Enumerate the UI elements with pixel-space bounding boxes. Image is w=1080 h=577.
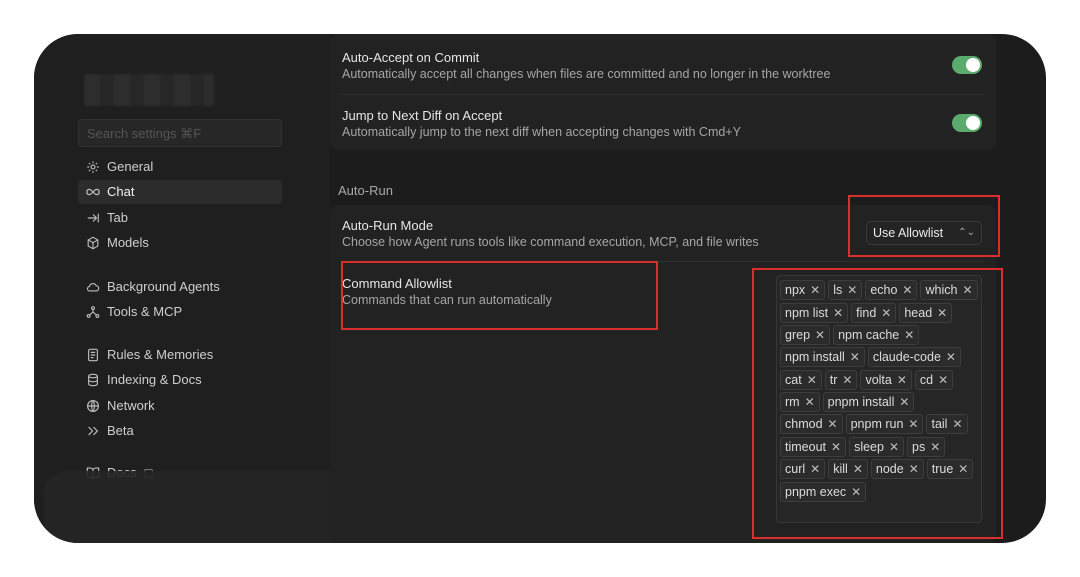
network-nodes-icon — [86, 305, 100, 319]
sidebar-item-background-agents[interactable]: Background Agents — [78, 275, 282, 299]
auto-run-section-label: Auto-Run — [338, 183, 393, 198]
auto-accept-title: Auto-Accept on Commit — [342, 50, 480, 65]
arrow-right-icon — [86, 211, 100, 225]
sidebar-item-label: Models — [107, 234, 149, 250]
sidebar-item-label: Network — [107, 397, 155, 413]
settings-content: Auto-Accept on Commit Automatically acce… — [330, 34, 1046, 543]
sidebar: General Chat Tab Models Background Agents Too… — [34, 34, 417, 543]
sidebar-item-label: General — [107, 159, 154, 174]
infinity-icon — [86, 185, 100, 199]
cube-icon — [86, 236, 100, 250]
auto-run-mode-desc: Choose how Agent runs tools like command… — [342, 235, 759, 249]
sidebar-item-indexing-docs[interactable]: Indexing & Docs — [78, 368, 282, 392]
sidebar-item-label: Indexing & Docs — [107, 372, 202, 388]
document-icon — [86, 348, 100, 362]
row-divider — [342, 94, 984, 95]
sidebar-item-label: Rules & Memories — [107, 347, 214, 362]
chat-settings-card: Auto-Accept on Commit Automatically acce… — [330, 34, 996, 150]
gear-icon — [86, 160, 100, 174]
sidebar-item-beta[interactable]: Beta — [78, 419, 282, 443]
auto-accept-desc: Automatically accept all changes when fi… — [342, 67, 831, 81]
sidebar-item-label: Beta — [107, 422, 134, 438]
sidebar-item-tools-mcp[interactable]: Tools & MCP — [78, 300, 282, 324]
highlight-box-command-allowlist — [341, 261, 658, 330]
sidebar-item-network[interactable]: Network — [78, 394, 282, 418]
sidebar-item-label: Chat — [107, 184, 135, 200]
sidebar-item-label: Tab — [107, 209, 128, 225]
highlight-box-auto-run-mode — [848, 195, 1000, 257]
auto-run-mode-title: Auto-Run Mode — [342, 218, 434, 233]
settings-window: General Chat Tab Models Background Agents Too… — [34, 34, 1046, 543]
double-chevron-icon — [86, 424, 100, 438]
highlight-box-allowlist-tags — [752, 268, 1003, 539]
sidebar-item-label: Background Agents — [107, 279, 220, 294]
sidebar-item-label: Tools & MCP — [107, 304, 183, 320]
database-icon — [86, 373, 100, 387]
sidebar-item-chat[interactable]: Chat — [78, 180, 282, 205]
sidebar-item-models[interactable]: Models — [78, 231, 282, 255]
globe-icon — [86, 399, 100, 413]
search-input[interactable] — [78, 119, 282, 147]
blurred-account-info — [84, 74, 214, 106]
sidebar-item-tab[interactable]: Tab — [78, 206, 282, 230]
auto-accept-toggle[interactable] — [952, 56, 982, 74]
cloud-icon — [86, 280, 100, 294]
jump-next-diff-toggle[interactable] — [952, 114, 982, 132]
jump-next-diff-desc: Automatically jump to the next diff when… — [342, 125, 741, 139]
jump-next-diff-title: Jump to Next Diff on Accept — [342, 108, 503, 123]
sidebar-item-rules-memories[interactable]: Rules & Memories — [78, 343, 282, 367]
sidebar-item-general[interactable]: General — [78, 155, 282, 179]
